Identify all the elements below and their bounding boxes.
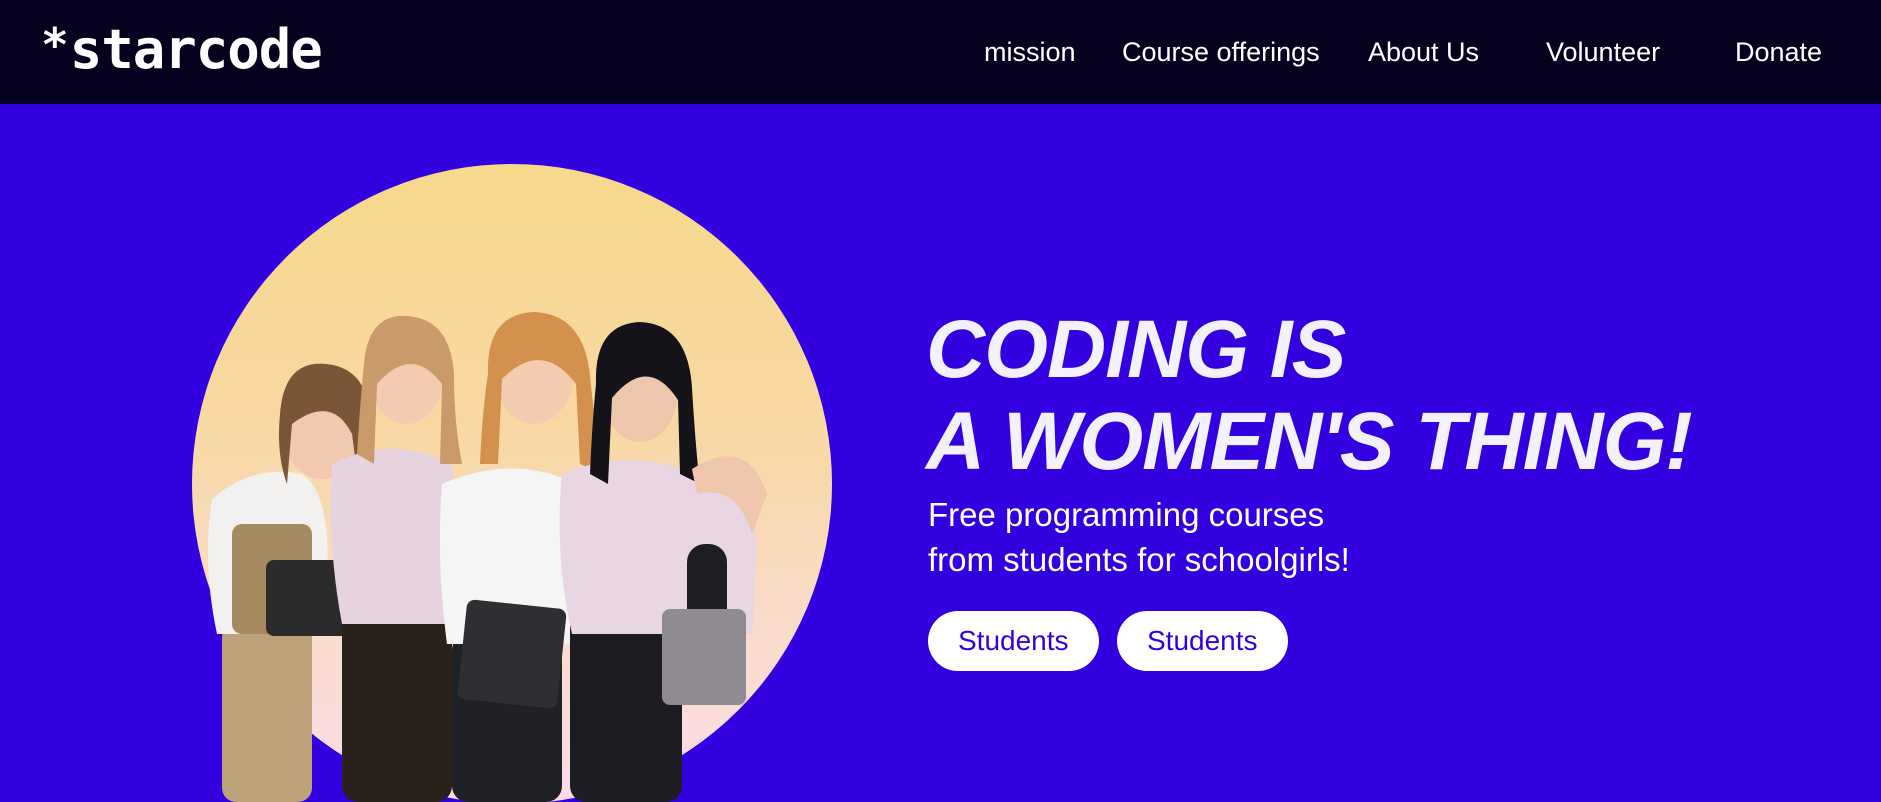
nav-link-donate[interactable]: Donate — [1735, 34, 1822, 70]
top-navbar: * starcode mission Course offerings Abou… — [0, 0, 1881, 104]
nav-link-about-us[interactable]: About Us — [1368, 34, 1479, 70]
hero-subtitle-line-2: from students for schoolgirls! — [928, 541, 1350, 578]
students-button-2[interactable]: Students — [1117, 611, 1288, 671]
nav-link-volunteer[interactable]: Volunteer — [1546, 34, 1660, 70]
hero-subtitle: Free programming courses from students f… — [928, 492, 1628, 582]
students-button-1[interactable]: Students — [928, 611, 1099, 671]
nav-link-mission[interactable]: mission — [984, 34, 1076, 70]
main-nav: mission Course offerings About Us Volunt… — [0, 0, 1881, 104]
hero-subtitle-line-1: Free programming courses — [928, 496, 1325, 533]
group-photo-four-girls-icon — [208, 312, 767, 802]
hero-headline-line-2: A WOMEN'S THING! — [926, 396, 1693, 487]
hero-image — [192, 164, 832, 802]
hero-section: CODING IS A WOMEN'S THING! Free programm… — [0, 104, 1881, 802]
hero-headline-line-1: CODING IS — [926, 304, 1346, 395]
hero-headline: CODING IS A WOMEN'S THING! — [926, 304, 1826, 488]
nav-link-course-offerings[interactable]: Course offerings — [1122, 34, 1320, 70]
